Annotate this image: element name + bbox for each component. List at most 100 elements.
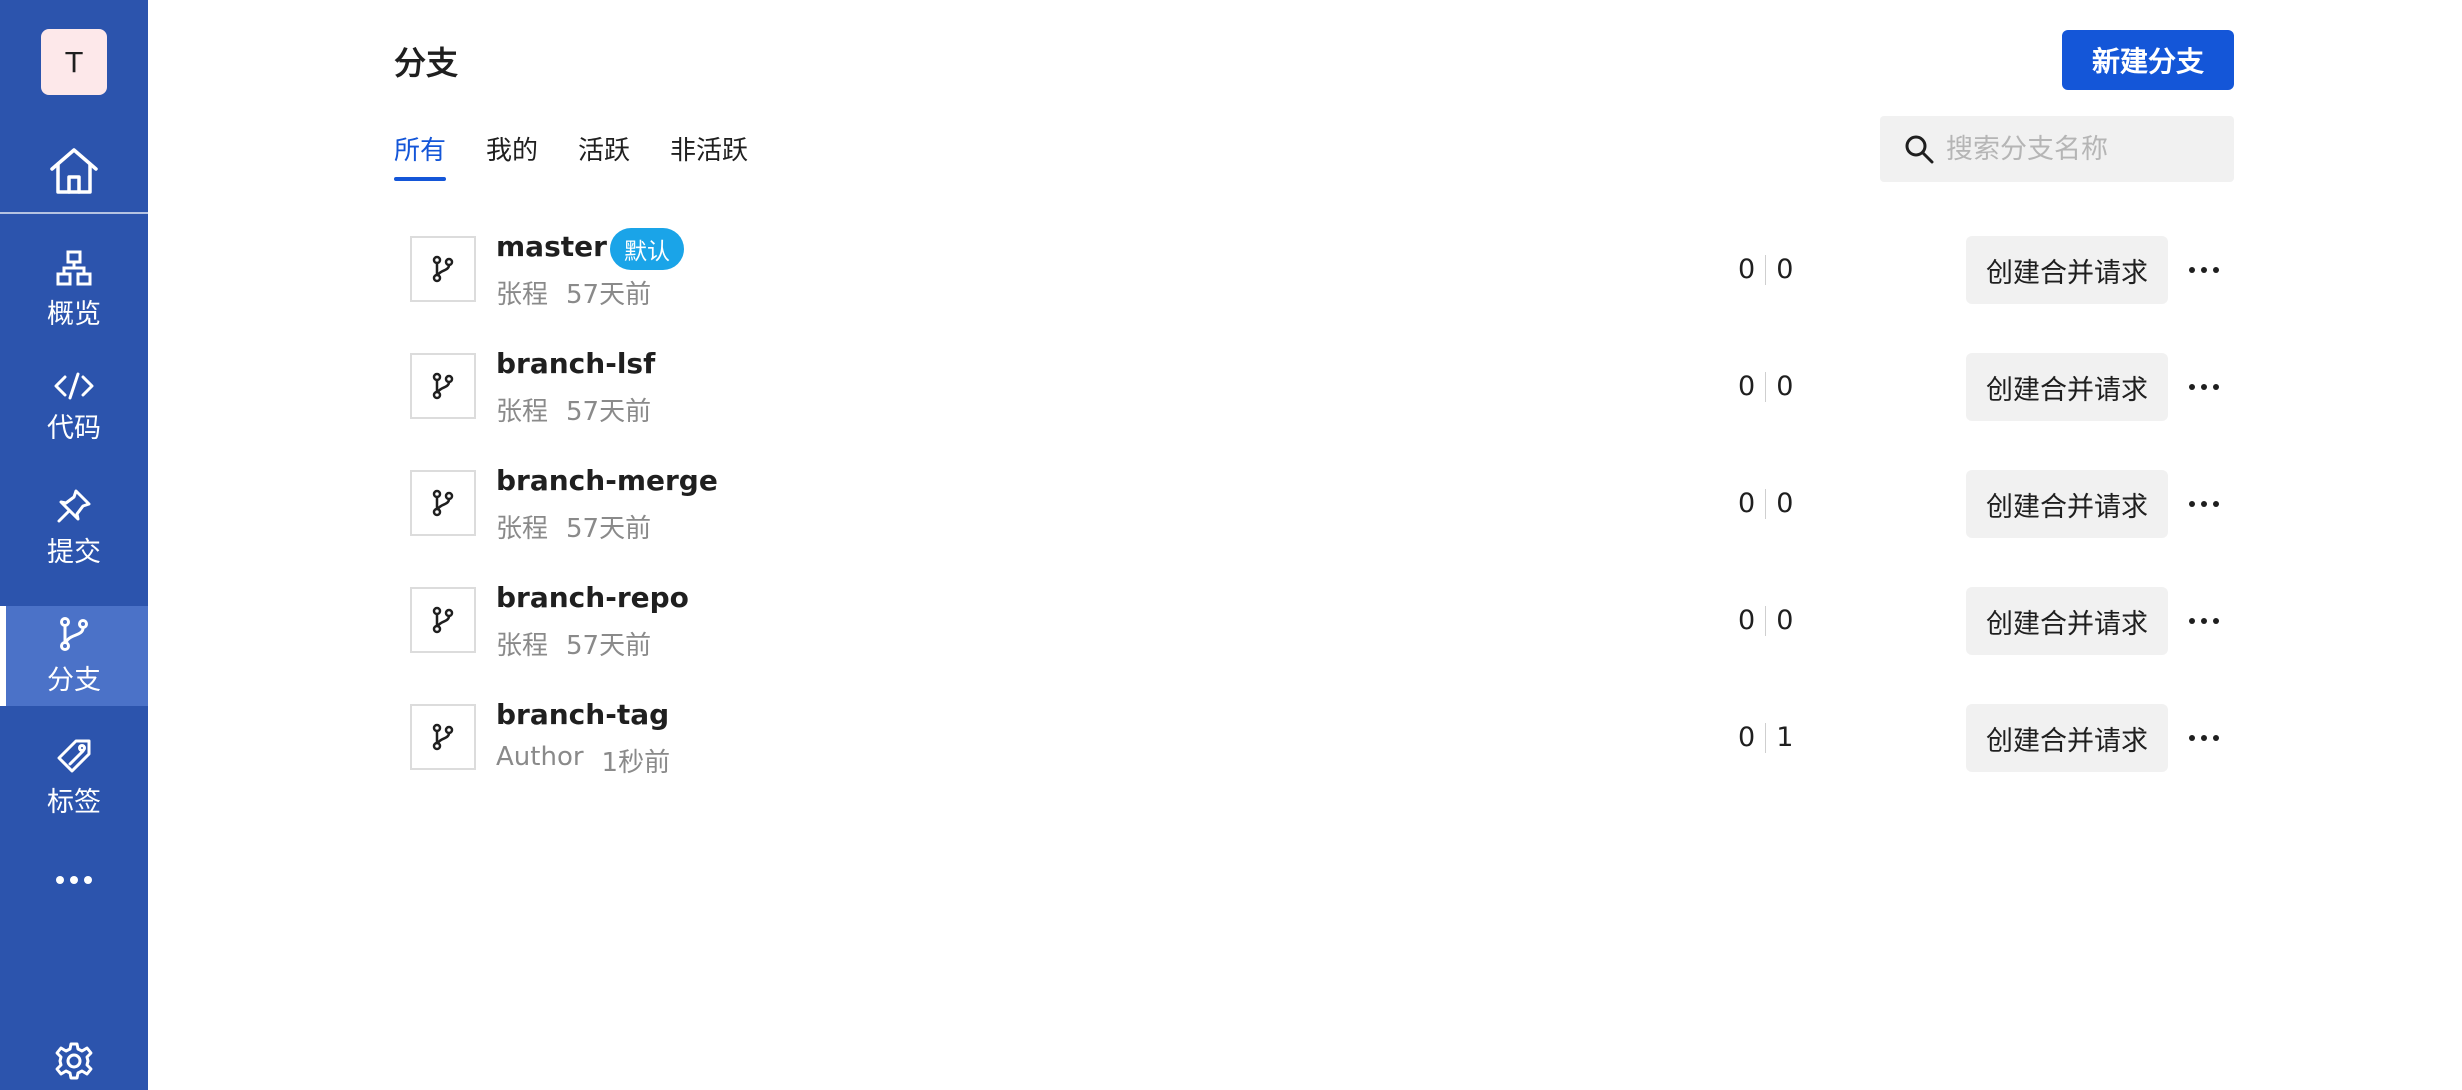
branch-filter-tabs: 所有 我的 活跃 非活跃 — [394, 130, 748, 181]
branch-icon — [432, 372, 454, 400]
branch-time: 57天前 — [566, 397, 652, 427]
search-input[interactable] — [1946, 133, 2226, 165]
branch-icon — [60, 616, 88, 651]
branch-icon — [432, 255, 454, 283]
sidebar-item-label: 代码 — [47, 412, 101, 444]
dot — [2213, 501, 2219, 507]
dot — [70, 876, 78, 884]
tag-icon — [57, 739, 91, 772]
branch-meta: Author 1秒前 — [496, 742, 670, 779]
sidebar: T 概览 代码 提交 分支 标签 — [0, 0, 148, 1090]
behind-count: 0 — [1738, 488, 1756, 519]
count-separator — [1765, 488, 1767, 519]
branch-time: 57天前 — [566, 280, 652, 310]
code-icon — [54, 372, 94, 399]
dot — [2201, 384, 2207, 390]
pin-icon — [57, 489, 91, 522]
settings-button[interactable] — [0, 1036, 148, 1086]
create-merge-request-button[interactable]: 创建合并请求 — [1966, 353, 2168, 421]
count-separator — [1765, 605, 1767, 636]
home-icon — [50, 148, 98, 194]
tab-mine[interactable]: 我的 — [486, 130, 538, 181]
tab-active[interactable]: 活跃 — [578, 130, 630, 181]
sidebar-item-commits[interactable]: 提交 — [0, 478, 148, 578]
behind-count: 0 — [1738, 722, 1756, 753]
branch-name[interactable]: branch-lsf — [496, 347, 655, 380]
dot — [2189, 267, 2195, 273]
branch-name[interactable]: branch-merge — [496, 464, 718, 497]
create-merge-request-button[interactable]: 创建合并请求 — [1966, 704, 2168, 772]
dot — [2213, 618, 2219, 624]
more-actions-button[interactable] — [2184, 724, 2224, 752]
sidebar-item-tags[interactable]: 标签 — [0, 728, 148, 828]
branch-icon — [432, 606, 454, 634]
ahead-behind-counts: 0 1 — [1738, 722, 1793, 753]
ahead-behind-counts: 0 0 — [1738, 254, 1793, 285]
gear-icon — [55, 1042, 93, 1080]
tab-inactive[interactable]: 非活跃 — [670, 130, 748, 181]
dot — [2201, 267, 2207, 273]
count-separator — [1765, 371, 1767, 402]
ahead-behind-counts: 0 0 — [1738, 371, 1793, 402]
branch-meta: 张程 57天前 — [496, 391, 651, 428]
ahead-count: 0 — [1776, 488, 1794, 519]
overview-icon — [56, 250, 92, 285]
dot — [2201, 618, 2207, 624]
dot — [84, 876, 92, 884]
more-actions-button[interactable] — [2184, 607, 2224, 635]
branch-row: branch-tag Author 1秒前 0 1 创建合并请求 — [394, 690, 2234, 786]
sidebar-item-overview[interactable]: 概览 — [0, 240, 148, 340]
branch-icon-box — [410, 470, 476, 536]
new-branch-button[interactable]: 新建分支 — [2062, 30, 2234, 90]
sidebar-divider — [0, 212, 148, 214]
more-actions-button[interactable] — [2184, 373, 2224, 401]
branch-row: branch-lsf 张程 57天前 0 0 创建合并请求 — [394, 339, 2234, 435]
create-merge-request-button[interactable]: 创建合并请求 — [1966, 236, 2168, 304]
branch-time: 57天前 — [566, 631, 652, 661]
branch-icon — [432, 723, 454, 751]
sidebar-more-button[interactable] — [0, 860, 148, 900]
dot — [2189, 618, 2195, 624]
sidebar-item-code[interactable]: 代码 — [0, 358, 148, 458]
create-merge-request-button[interactable]: 创建合并请求 — [1966, 470, 2168, 538]
dot — [2213, 384, 2219, 390]
branch-row: branch-repo 张程 57天前 0 0 创建合并请求 — [394, 573, 2234, 669]
branch-author: 张程 — [496, 280, 549, 310]
create-merge-request-button[interactable]: 创建合并请求 — [1966, 587, 2168, 655]
branch-author: Author — [496, 742, 584, 772]
count-separator — [1765, 722, 1767, 753]
dot — [2201, 735, 2207, 741]
branch-time: 57天前 — [566, 514, 652, 544]
branch-icon-box — [410, 353, 476, 419]
sidebar-item-label: 概览 — [47, 298, 101, 330]
branch-name[interactable]: master — [496, 230, 607, 263]
dot — [2189, 384, 2195, 390]
sidebar-item-label: 标签 — [47, 786, 101, 818]
dot — [2201, 501, 2207, 507]
dot — [2213, 735, 2219, 741]
branch-icon-box — [410, 587, 476, 653]
ahead-behind-counts: 0 0 — [1738, 488, 1793, 519]
more-actions-button[interactable] — [2184, 256, 2224, 284]
ahead-behind-counts: 0 0 — [1738, 605, 1793, 636]
branch-name[interactable]: branch-repo — [496, 581, 689, 614]
ahead-count: 1 — [1776, 722, 1794, 753]
sidebar-item-branches[interactable]: 分支 — [0, 606, 148, 706]
home-button[interactable] — [0, 130, 148, 212]
sidebar-item-label: 分支 — [47, 664, 101, 696]
more-actions-button[interactable] — [2184, 490, 2224, 518]
dot — [2189, 735, 2195, 741]
dot — [56, 876, 64, 884]
count-separator — [1765, 254, 1767, 285]
branch-author: 张程 — [496, 397, 549, 427]
branch-row: branch-merge 张程 57天前 0 0 创建合并请求 — [394, 456, 2234, 552]
default-badge: 默认 — [610, 228, 684, 270]
tab-all[interactable]: 所有 — [394, 130, 447, 181]
branch-icon — [432, 489, 454, 517]
behind-count: 0 — [1738, 371, 1756, 402]
dot — [2189, 501, 2195, 507]
ahead-count: 0 — [1776, 605, 1794, 636]
branch-name[interactable]: branch-tag — [496, 698, 669, 731]
avatar[interactable]: T — [41, 29, 107, 95]
search-icon — [1905, 135, 1934, 164]
